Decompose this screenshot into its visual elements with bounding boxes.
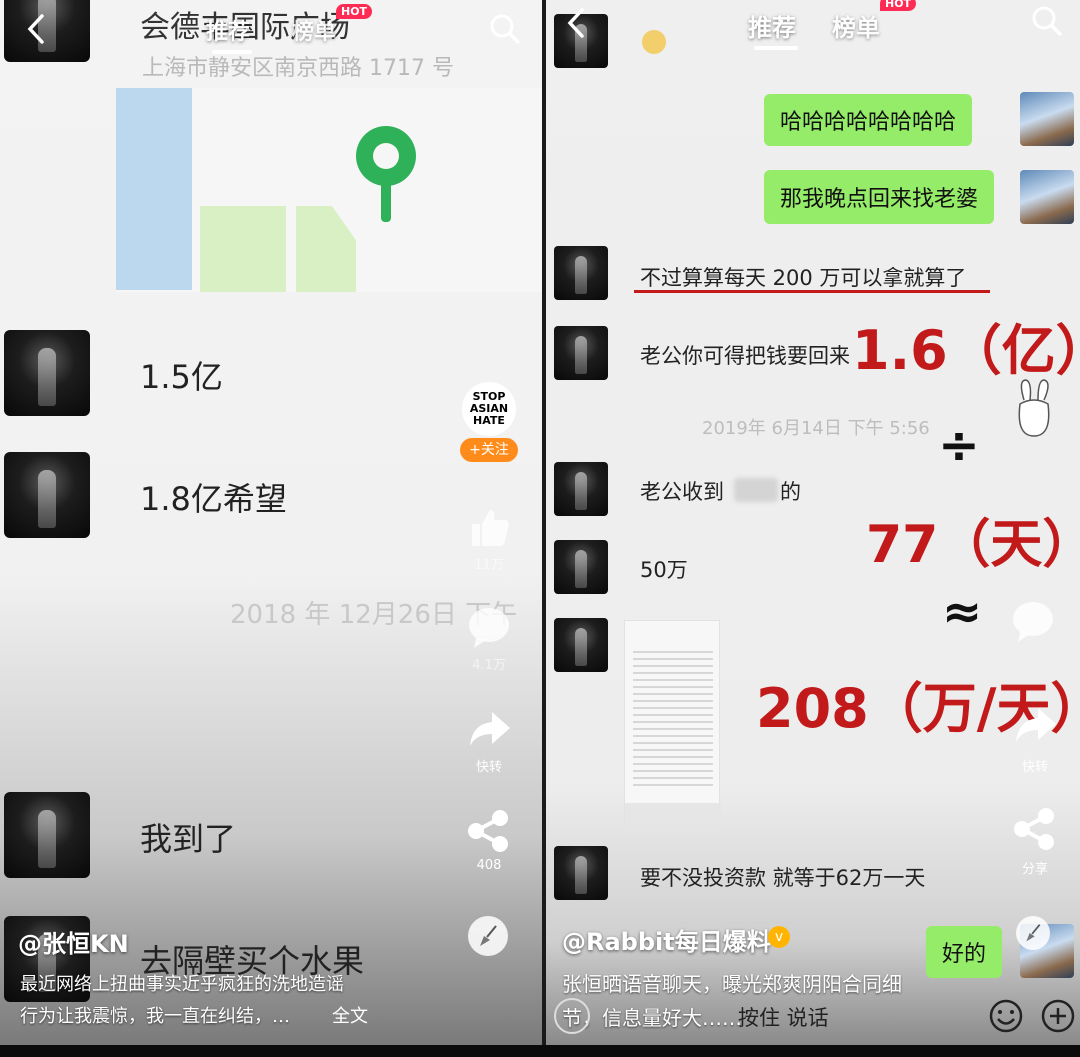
bunny-doodle-icon [1012, 378, 1056, 438]
message-bubble-out: 好的 [926, 926, 1003, 978]
map-pin-icon [356, 126, 416, 186]
tab-ranking[interactable]: 榜单 [292, 14, 336, 46]
tab-ranking[interactable]: 榜单 [832, 8, 880, 43]
share-count: 408 [476, 858, 502, 873]
avatar [554, 462, 608, 516]
avatar [4, 792, 90, 878]
overlay-approx: ≈ [942, 584, 983, 640]
avatar-self [1020, 92, 1074, 146]
caption-line: 最近网络上扭曲事实近乎疯狂的洗地造谣 [20, 974, 344, 995]
tab-recommend[interactable]: 推荐 [206, 14, 250, 46]
repost-label: 快转 [1021, 760, 1048, 775]
message-text: 50万 [640, 558, 688, 582]
back-arrow-icon[interactable] [560, 6, 594, 40]
author-handle[interactable]: @Rabbit每日爆料 [562, 922, 771, 957]
author-handle[interactable]: @张恒KN [18, 924, 129, 959]
chat-timestamp: 2019年 6月14日 下午 5:56 [702, 418, 930, 439]
caption-line: 行为让我震惊，我一直在纠结，… [20, 1006, 290, 1027]
avatar [554, 846, 608, 900]
map-preview[interactable] [116, 88, 542, 292]
verified-badge-icon: v [768, 926, 790, 948]
right-video-panel: 推荐 榜单 HOT 哈哈哈哈哈哈哈哈 那我晚点回来找老婆 不过算算每天 200 … [546, 0, 1080, 1045]
map-pin-stem [381, 180, 391, 222]
message-text: 1.5亿 [140, 358, 223, 396]
map-block [200, 206, 286, 292]
map-block [116, 88, 192, 290]
message-text-suffix: 的 [780, 480, 801, 504]
broom-icon[interactable] [468, 916, 508, 956]
search-icon[interactable] [488, 12, 522, 46]
tab-active-underline [754, 46, 798, 50]
avatar [554, 326, 608, 380]
avatar [554, 246, 608, 300]
comment-count: 4.1万 [472, 658, 506, 673]
search-icon[interactable] [1030, 4, 1064, 38]
share-icon[interactable] [466, 808, 512, 854]
avatar [4, 330, 90, 416]
message-text: 老公收到 [640, 480, 724, 504]
screenshot-text-lines [633, 651, 713, 791]
location-address: 上海市静安区南京西路 1717 号 [142, 56, 454, 81]
stop-asian-hate-logo: STOP ASIAN HATE [469, 390, 509, 427]
hot-badge: HOT [336, 4, 373, 19]
tab-recommend[interactable]: 推荐 [748, 8, 796, 43]
map-block [296, 206, 356, 292]
screenshot-image[interactable] [624, 620, 721, 826]
repost-icon[interactable] [466, 706, 512, 752]
message-text: 我到了 [140, 820, 237, 858]
avatar-self [1020, 170, 1074, 224]
hot-badge: HOT [880, 0, 917, 11]
overlay-days: 77（天） [866, 515, 1080, 575]
back-arrow-icon[interactable] [20, 12, 54, 46]
comment-icon[interactable] [1010, 598, 1056, 644]
follow-button[interactable]: +关注 [460, 438, 518, 462]
caption-more-link[interactable]: 全文 [332, 1002, 368, 1028]
hold-to-talk-button[interactable]: 按住 说话 [738, 1002, 829, 1032]
repost-icon[interactable] [1012, 702, 1058, 748]
share-icon[interactable] [1012, 806, 1058, 852]
plus-icon[interactable] [1040, 998, 1076, 1034]
creator-avatar[interactable]: STOP ASIAN HATE [462, 382, 516, 436]
overlay-divide: ÷ [938, 416, 980, 474]
message-text: 老公你可得把钱要回来 [640, 344, 850, 368]
repost-label: 快转 [475, 760, 502, 775]
message-text: 要不没投资款 就等于62万一天 [640, 866, 926, 890]
sad-emoji-icon [642, 30, 666, 54]
message-bubble-out: 哈哈哈哈哈哈哈哈 [764, 94, 973, 146]
tab-active-underline [212, 50, 252, 54]
caption-line: 张恒晒语音聊天，曝光郑爽阴阳合同细 [562, 972, 902, 996]
message-bubble-out: 那我晚点回来找老婆 [764, 170, 995, 224]
red-underline [634, 290, 990, 293]
bottom-edge [0, 1045, 1080, 1057]
message-text: 不过算算每天 200 万可以拿就算了 [640, 266, 967, 290]
message-text: 1.8亿希望 [140, 480, 287, 518]
avatar [554, 618, 608, 672]
left-video-panel: 会德丰国际广场 上海市静安区南京西路 1717 号 推荐 榜单 HOT 1.5亿… [0, 0, 542, 1045]
comment-icon[interactable] [466, 604, 512, 650]
overlay-amount: 1.6（亿） [852, 319, 1080, 382]
broom-icon[interactable] [1016, 916, 1050, 950]
like-count: 11万 [474, 558, 504, 573]
share-label: 分享 [1021, 862, 1048, 877]
like-icon[interactable] [466, 504, 512, 550]
voice-toggle-icon[interactable] [554, 998, 590, 1034]
avatar [4, 452, 90, 538]
avatar [554, 540, 608, 594]
emoji-icon[interactable] [988, 998, 1024, 1034]
blurred-name [734, 478, 778, 502]
screenshot-toolbar [625, 803, 721, 825]
